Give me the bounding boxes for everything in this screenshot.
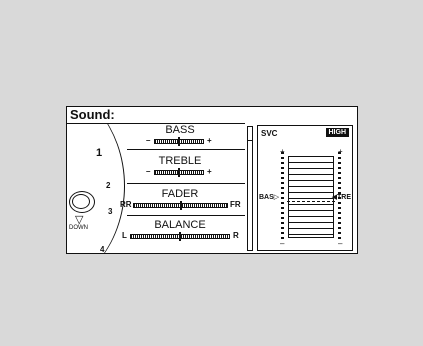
bass-minus: – [146, 136, 151, 145]
fader-center-mark [179, 201, 182, 210]
down-label: DOWN [69, 225, 88, 231]
eq-bass-scale [281, 152, 284, 240]
svc-label: SVC [261, 129, 278, 138]
selector-knob[interactable] [69, 191, 95, 213]
position-number-4: 4 [100, 245, 105, 254]
svc-level-badge: HIGH [325, 128, 349, 137]
divider [127, 149, 245, 150]
balance-right-label: R [233, 231, 239, 240]
scrollbar[interactable] [247, 126, 253, 251]
bass-plus: + [207, 136, 212, 145]
eq-minus-right: – [338, 239, 343, 248]
balance-left-label: L [122, 231, 127, 240]
eq-minus-left: – [280, 239, 285, 248]
bas-label: BAS▷ [259, 194, 280, 201]
balance-slider[interactable] [130, 232, 230, 241]
bass-label: BASS [165, 124, 195, 136]
treble-plus: + [207, 167, 212, 176]
knob-inner-ring [72, 194, 90, 209]
fader-slider[interactable] [133, 201, 228, 210]
bass-center-mark [178, 137, 180, 146]
eq-grid [287, 156, 335, 238]
sound-screen: Sound: ▽ DOWN 1 2 3 4 BASS – + TREBLE – [66, 106, 358, 254]
balance-control[interactable]: BALANCE L R [116, 219, 244, 251]
fader-rear-label: RR [120, 200, 132, 209]
treble-label: TREBLE [158, 155, 202, 167]
bass-control[interactable]: BASS – + [116, 124, 244, 156]
svc-panel[interactable]: SVC HIGH + + – – BAS▷ ◀TRE [257, 125, 353, 251]
treble-slider[interactable] [154, 168, 204, 177]
treble-center-mark [178, 168, 180, 177]
bass-slider[interactable] [154, 137, 204, 146]
divider [127, 183, 245, 184]
divider [127, 215, 245, 216]
balance-center-mark [179, 232, 181, 241]
screen-title: Sound: [70, 107, 115, 122]
balance-label: BALANCE [154, 219, 206, 231]
scroll-thumb[interactable] [248, 127, 252, 141]
eq-center-line [287, 201, 335, 202]
fader-label: FADER [161, 188, 199, 200]
bas-marker-icon: ▷ [273, 194, 280, 201]
tre-label: ◀TRE [331, 194, 351, 201]
fader-front-label: FR [230, 200, 241, 209]
position-number-3: 3 [108, 207, 113, 216]
position-number-1: 1 [96, 147, 103, 159]
treble-minus: – [146, 167, 151, 176]
position-number-2: 2 [106, 181, 111, 190]
